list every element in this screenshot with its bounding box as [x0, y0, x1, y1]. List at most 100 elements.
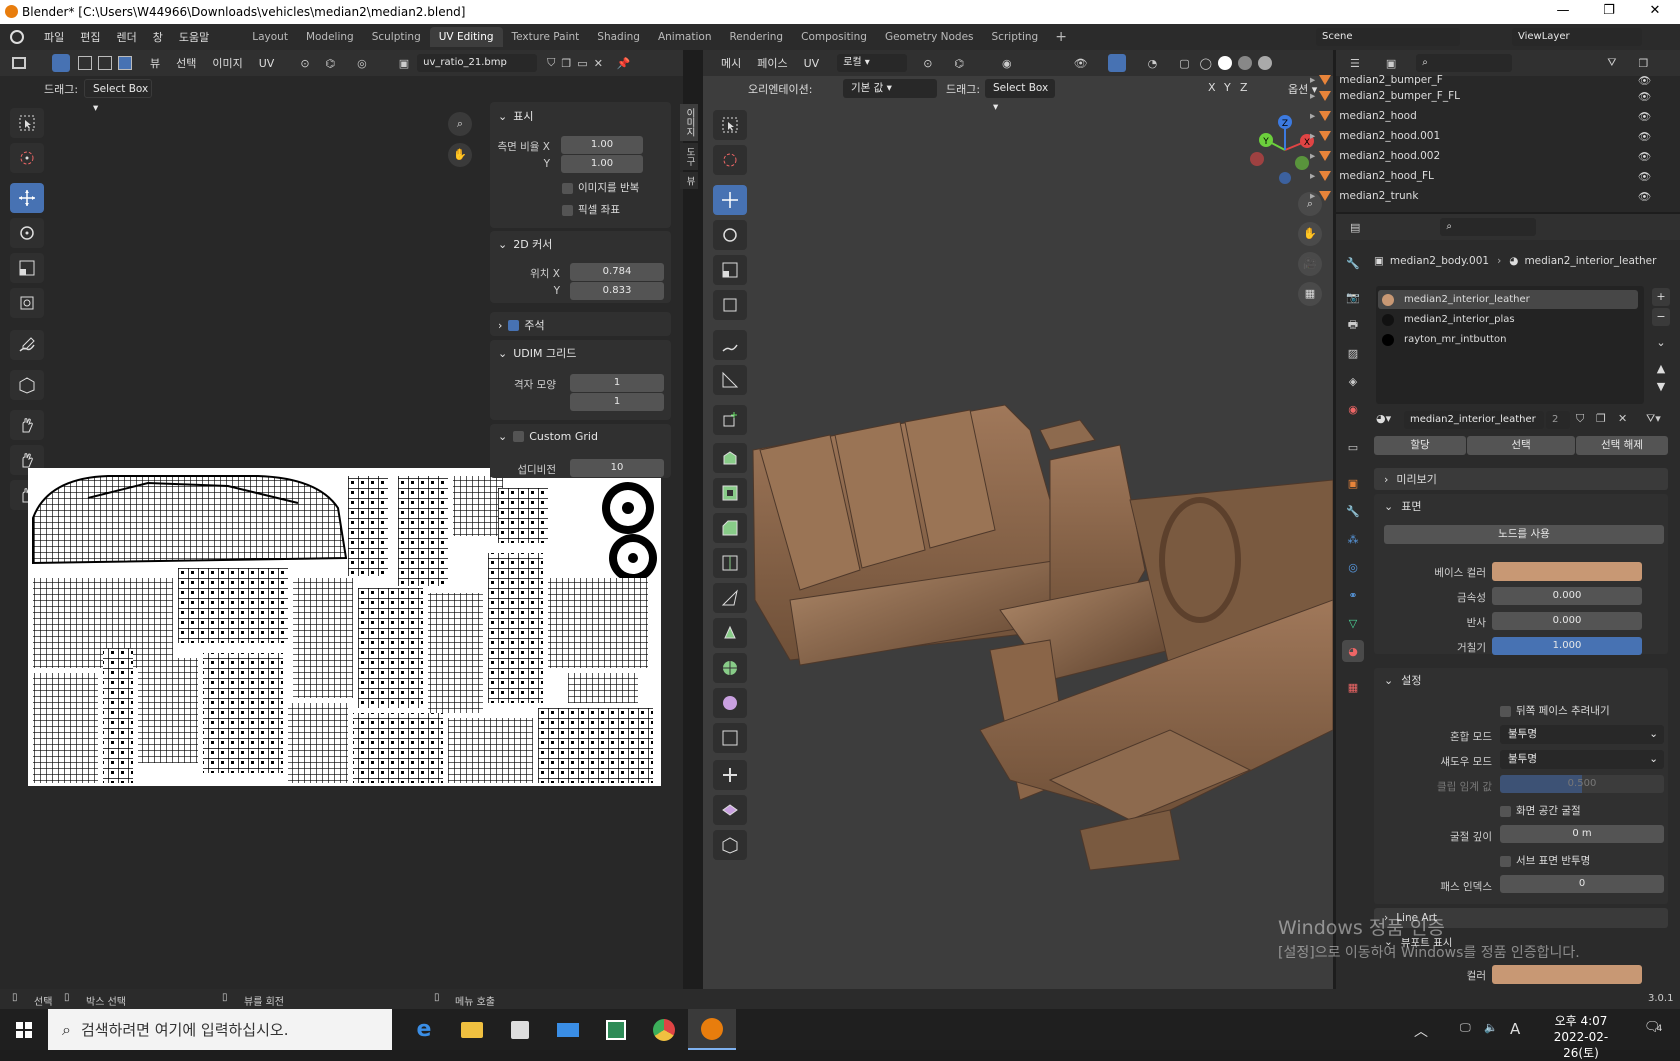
shading-wire-icon[interactable]: ◯	[1200, 57, 1212, 70]
taskbar-search[interactable]: ⌕ 검색하려면 여기에 입력하십시오.	[48, 1009, 392, 1050]
deselect-button[interactable]: 선택 해제	[1576, 436, 1668, 455]
minimize-button[interactable]: —	[1540, 0, 1586, 24]
list-item[interactable]: ▸ median2_hood.001 👁	[1310, 126, 1660, 146]
uv-menu-view[interactable]: 뷰	[142, 55, 168, 71]
edge-slide-tool[interactable]	[713, 723, 747, 753]
clock[interactable]: 오후 4:07 2022-02-26(토)	[1536, 1013, 1626, 1061]
display-mode-icon[interactable]: ▣	[1386, 57, 1396, 70]
display-panel-header[interactable]: ⌄ 표시	[498, 108, 533, 124]
scene-selector[interactable]: Scene	[1316, 28, 1460, 46]
subsurface-translucency-checkbox[interactable]: 서브 표면 반투명	[1500, 853, 1590, 868]
proportional-edit-icon[interactable]: ◎	[357, 57, 367, 70]
open-image-icon[interactable]: ▭	[577, 57, 587, 70]
aspect-y-field[interactable]: 1.00	[561, 155, 643, 173]
list-item[interactable]: ▸ median2_trunk 👁	[1310, 186, 1660, 206]
grid-shape-x-field[interactable]: 1	[570, 374, 664, 392]
eye-icon[interactable]: 👁	[1638, 130, 1651, 143]
roughness-field[interactable]: 1.000	[1492, 637, 1642, 655]
blender-menu-icon[interactable]	[10, 30, 24, 44]
rip-region-tool[interactable]	[713, 830, 747, 860]
vp-proportional-icon[interactable]: ◉	[1002, 57, 1012, 70]
mirror-y-toggle[interactable]: Y	[1224, 81, 1231, 94]
tab-modeling[interactable]: Modeling	[297, 27, 363, 47]
specular-field[interactable]: 0.000	[1492, 612, 1642, 630]
shear-tool[interactable]	[713, 795, 747, 825]
list-item[interactable]: ▸ median2_hood 👁	[1310, 106, 1660, 126]
cursor-y-field[interactable]: 0.833	[570, 282, 664, 300]
metallic-field[interactable]: 0.000	[1492, 587, 1642, 605]
pass-index-field[interactable]: 0	[1500, 875, 1664, 893]
tab-scripting[interactable]: Scripting	[983, 27, 1048, 47]
particles-tab-icon[interactable]: ⁂	[1342, 528, 1364, 550]
subdivisions-field[interactable]: 10	[570, 459, 664, 477]
vp-menu-face[interactable]: 페이스	[749, 55, 795, 71]
material-fake-user-icon[interactable]: ⛉	[1576, 412, 1584, 426]
grid-shape-y-field[interactable]: 1	[570, 393, 664, 411]
vp-cursor-tool[interactable]	[713, 145, 747, 175]
poly-build-tool[interactable]	[713, 618, 747, 648]
assign-button[interactable]: 할당	[1374, 436, 1466, 455]
properties-type-icon[interactable]: ▤	[1350, 221, 1360, 234]
expand-icon[interactable]: ▸	[1310, 130, 1315, 142]
vp-rotate-tool[interactable]	[713, 220, 747, 250]
cursor-tool[interactable]	[10, 143, 44, 173]
image-name-field[interactable]: uv_ratio_21.bmp	[417, 54, 538, 72]
uv-pan-icon[interactable]: ✋	[448, 143, 472, 167]
loop-cut-tool[interactable]	[713, 548, 747, 578]
move-tool[interactable]	[10, 183, 44, 213]
material-slot[interactable]: median2_interior_leather	[1378, 290, 1638, 309]
annotate-tool[interactable]	[10, 330, 44, 360]
tab-sculpting[interactable]: Sculpting	[363, 27, 430, 47]
filter-icon[interactable]: ⛛	[1607, 56, 1616, 70]
annotation-panel-header[interactable]: › 주석	[498, 317, 545, 333]
shrink-fatten-tool[interactable]	[713, 760, 747, 790]
vp-annotate-tool[interactable]	[713, 330, 747, 360]
vp-snap-icon[interactable]: ⌬	[954, 57, 964, 70]
render-tab-icon[interactable]: 📷	[1342, 286, 1364, 308]
vp-transform-tool[interactable]	[713, 290, 747, 320]
vertex-select-icon[interactable]	[78, 56, 92, 70]
use-nodes-button[interactable]: 노드를 사용	[1384, 525, 1664, 544]
surface-panel-header[interactable]: ⌄ 표면	[1384, 498, 1421, 514]
custom-grid-panel-header[interactable]: ⌄ Custom Grid	[498, 430, 598, 443]
bevel-tool[interactable]	[713, 513, 747, 543]
tab-texture-paint[interactable]: Texture Paint	[503, 27, 589, 47]
expand-icon[interactable]: ▸	[1310, 170, 1315, 182]
uv-menu-uv[interactable]: UV	[251, 57, 283, 70]
spin-tool[interactable]	[713, 653, 747, 683]
edge-browser-icon[interactable]: e	[400, 1009, 448, 1050]
transform-space-dropdown[interactable]: 로컬 ▾	[837, 54, 908, 72]
repeat-image-checkbox[interactable]: 이미지를 반복	[562, 180, 639, 195]
snap-icon[interactable]: ⌬	[326, 57, 336, 70]
rotate-tool[interactable]	[10, 218, 44, 248]
menu-edit[interactable]: 편집	[72, 29, 108, 45]
eye-icon[interactable]: 👁	[1638, 90, 1651, 103]
tab-uv-editing[interactable]: UV Editing	[429, 27, 503, 47]
uv-zoom-icon[interactable]: ⌕	[448, 112, 472, 136]
rip-tool[interactable]	[10, 370, 44, 400]
list-item[interactable]: ▸ median2_hood.002 👁	[1310, 146, 1660, 166]
eye-icon[interactable]: 👁	[1638, 170, 1651, 183]
add-workspace-button[interactable]: +	[1047, 27, 1075, 47]
chrome-icon[interactable]	[640, 1009, 688, 1050]
material-filter-icon[interactable]: ⛛▾	[1646, 412, 1661, 426]
unlink-image-icon[interactable]: ✕	[594, 57, 603, 70]
vp-camera-icon[interactable]: 🎥	[1298, 252, 1322, 276]
physics-tab-icon[interactable]: ◎	[1342, 556, 1364, 578]
maps-app-icon[interactable]	[592, 1009, 640, 1050]
vp-pan-icon[interactable]: ✋	[1298, 222, 1322, 246]
data-tab-icon[interactable]: ▽	[1342, 612, 1364, 634]
expand-icon[interactable]: ▸	[1310, 110, 1315, 122]
eye-icon[interactable]: 👁	[1638, 190, 1651, 203]
material-browse-icon[interactable]: ◕▾	[1376, 412, 1391, 425]
extrude-tool[interactable]	[713, 443, 747, 473]
smooth-tool[interactable]	[713, 688, 747, 718]
add-cube-tool[interactable]	[713, 405, 747, 435]
properties-search[interactable]: ⌕	[1440, 218, 1537, 236]
mail-icon[interactable]	[544, 1009, 592, 1050]
tab-geometry-nodes[interactable]: Geometry Nodes	[876, 27, 983, 47]
network-icon[interactable]: 🖵	[1460, 1021, 1471, 1035]
menu-file[interactable]: 파일	[36, 29, 72, 45]
move-slot-up-button[interactable]: ▲	[1652, 360, 1670, 378]
blend-mode-dropdown[interactable]: 불투명 ⌄	[1500, 725, 1664, 744]
